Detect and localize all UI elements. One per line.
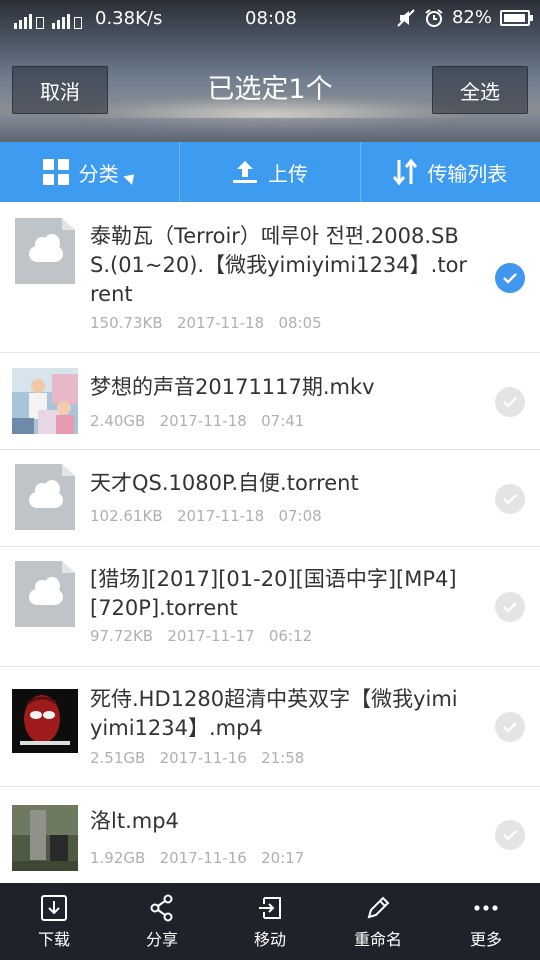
file-row[interactable]: 泰勒瓦（Terroir）떼루아 전편.2008.SBS.(01~20).【微我y… [0,202,540,353]
file-size: 2.40GB [90,412,146,430]
file-list: 泰勒瓦（Terroir）떼루아 전편.2008.SBS.(01~20).【微我y… [0,202,540,883]
signal-icon [14,9,92,29]
file-meta: 102.61KB 2017-11-18 07:08 [90,507,322,525]
move-label: 移动 [253,929,286,949]
file-meta: 2.40GB 2017-11-18 07:41 [90,412,304,430]
file-time: 08:05 [278,314,322,332]
file-time: 20:17 [261,849,305,867]
file-row[interactable]: 天才QS.1080P.自便.torrent 102.61KB 2017-11-1… [0,450,540,547]
checkmark-icon [503,397,517,408]
upload-icon [232,161,257,183]
cloud-file-icon [15,464,75,530]
page-title: 已选定1个 [207,74,333,105]
download-button[interactable]: 下载 [0,883,108,960]
file-date: 2017-11-16 [159,849,247,867]
share-icon [150,894,173,921]
download-label: 下载 [37,929,70,949]
download-icon [41,894,67,921]
category-label: 分类 [78,161,119,186]
mute-icon [397,8,415,27]
video-thumbnail [12,805,78,871]
file-time: 07:08 [278,507,322,525]
alarm-icon [425,8,443,27]
header-area: 0.38K/s 08:08 82% 取消 已选定1个 全选 [0,0,540,142]
file-meta: 150.73KB 2017-11-18 08:05 [90,314,322,332]
checkmark-icon [503,602,517,613]
file-name: 梦想的声音20171117期.mkv [90,375,375,399]
video-thumbnail [12,368,78,434]
file-date: 2017-11-18 [176,314,265,332]
row-checkbox[interactable] [495,592,525,622]
file-date: 2017-11-18 [159,412,247,430]
battery-icon [500,9,533,26]
file-meta: 1.92GB 2017-11-16 20:17 [90,849,304,867]
file-size: 1.92GB [90,849,146,867]
network-speed: 0.38K/s [95,8,163,29]
file-row[interactable]: 洛lt.mp4 1.92GB 2017-11-16 20:17 [0,787,540,883]
transfer-arrows-icon [393,158,418,186]
rename-label: 重命名 [353,929,402,949]
sea-background [0,118,540,142]
row-checkbox[interactable] [495,484,525,514]
upload-label: 上传 [267,161,308,186]
share-button[interactable]: 分享 [108,883,216,960]
select-all-button[interactable]: 全选 [432,66,528,114]
file-meta: 2.51GB 2017-11-16 21:58 [90,749,304,767]
move-icon [259,896,281,919]
more-label: 更多 [469,929,502,949]
more-dots-icon [474,904,498,911]
share-label: 分享 [145,929,178,949]
rename-button[interactable]: 重命名 [324,883,432,960]
clock: 08:08 [245,8,297,29]
file-time: 21:58 [261,749,305,767]
checkmark-icon [503,830,517,841]
pencil-icon [367,896,390,918]
file-name: 死侍.HD1280超清中英双字【微我yimiyimi1234】.mp4 [90,687,458,740]
row-checkbox[interactable] [495,387,525,417]
file-row[interactable]: 梦想的声音20171117期.mkv 2.40GB 2017-11-18 07:… [0,353,540,450]
video-thumbnail [12,689,78,753]
row-checkbox[interactable] [495,820,525,850]
bottom-action-bar: 下载 分享 移动 重命名 更多 [0,883,540,960]
file-date: 2017-11-18 [176,507,265,525]
battery-percent: 82% [451,7,492,28]
checkmark-icon [503,722,517,733]
file-name: 泰勒瓦（Terroir）떼루아 전편.2008.SBS.(01~20).【微我y… [90,224,468,306]
file-size: 2.51GB [90,749,146,767]
upload-button[interactable]: 上传 [179,142,359,202]
action-toolbar: 分类 上传 传输列表 [0,142,540,202]
file-date: 2017-11-16 [159,749,247,767]
status-bar: 0.38K/s 08:08 82% [0,0,540,38]
category-button[interactable]: 分类 [0,142,179,202]
file-size: 97.72KB [90,627,154,645]
file-row[interactable]: 死侍.HD1280超清中英双字【微我yimiyimi1234】.mp4 2.51… [0,667,540,787]
cloud-file-icon [15,561,75,627]
transfer-list-label: 传输列表 [427,161,508,186]
grid-icon [42,159,69,185]
file-name: [猎场][2017][01-20][国语中字][MP4][720P].torre… [90,567,457,620]
more-button[interactable]: 更多 [432,883,540,960]
file-meta: 97.72KB 2017-11-17 06:12 [90,627,312,645]
move-button[interactable]: 移动 [216,883,324,960]
file-row[interactable]: [猎场][2017][01-20][国语中字][MP4][720P].torre… [0,547,540,667]
dropdown-caret-icon [123,169,139,185]
row-checkbox-checked[interactable] [495,263,525,293]
row-checkbox[interactable] [495,712,525,742]
file-time: 07:41 [261,412,305,430]
cancel-button[interactable]: 取消 [12,66,108,114]
file-size: 102.61KB [90,507,163,525]
file-size: 150.73KB [90,314,163,332]
checkmark-icon [503,273,517,284]
transfer-list-button[interactable]: 传输列表 [359,142,540,202]
cloud-file-icon [15,218,75,284]
file-time: 06:12 [268,627,313,645]
checkmark-icon [503,494,517,505]
file-name: 天才QS.1080P.自便.torrent [90,471,359,495]
file-name: 洛lt.mp4 [90,809,179,833]
file-date: 2017-11-17 [167,627,255,645]
